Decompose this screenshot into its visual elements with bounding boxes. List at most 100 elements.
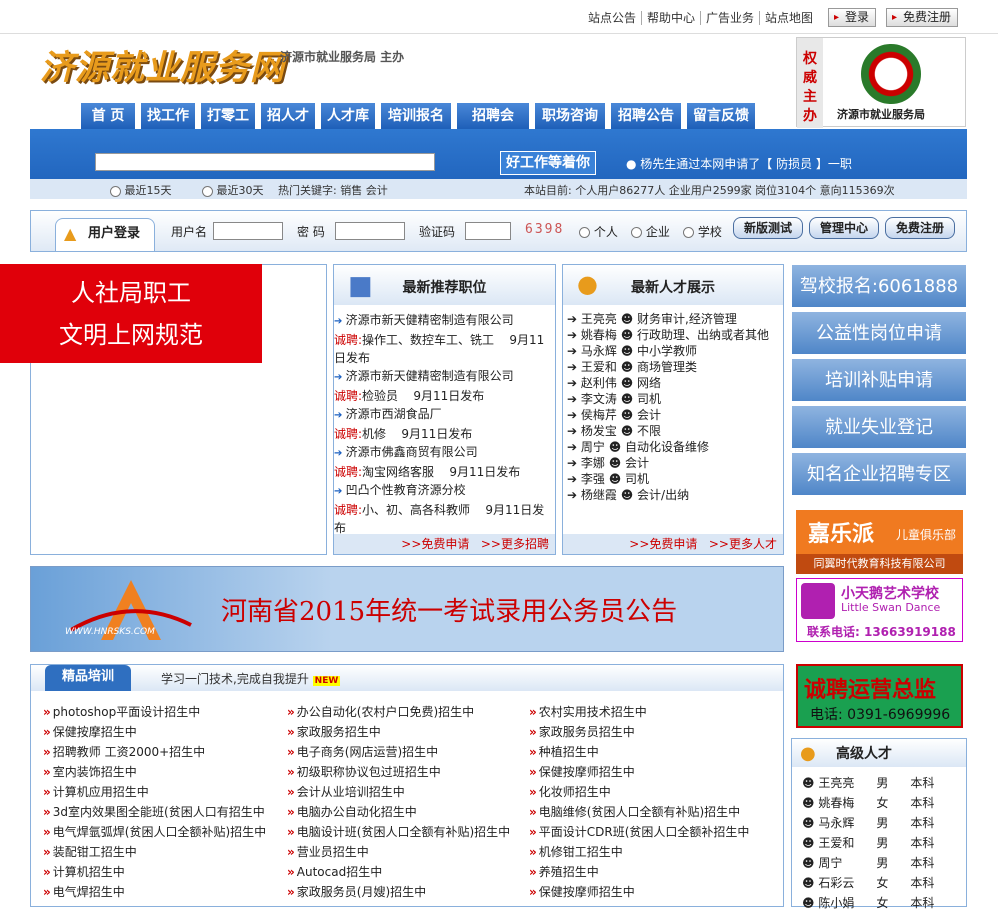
talent-name[interactable]: 王爱和	[581, 360, 621, 374]
talent-row[interactable]: ➔ 侯梅芹 ☻ 会计	[563, 407, 783, 423]
talent-name[interactable]: 马永辉	[581, 344, 621, 358]
famous-companies-button[interactable]: 知名企业招聘专区	[791, 452, 967, 496]
senior-talent-row[interactable]: ☻ 马永辉男 本科	[802, 813, 934, 833]
training-item[interactable]: 初级职称协议包过班招生中	[287, 763, 441, 780]
training-item[interactable]: 办公自动化(农村户口免费)招生中	[287, 703, 474, 720]
training-item[interactable]: 电脑设计班(贫困人口全额有补贴)招生中	[287, 823, 510, 840]
login-button[interactable]: 登录	[828, 8, 877, 27]
training-item[interactable]: 招聘教师 工资2000+招生中	[43, 743, 205, 760]
job-positions[interactable]: 检验员	[362, 389, 398, 403]
training-item[interactable]: 会计从业培训招生中	[287, 783, 405, 800]
senior-name[interactable]: 周宁	[818, 853, 876, 873]
radio-school-group[interactable]: 学校	[683, 223, 722, 240]
talent-name[interactable]: 李强	[581, 472, 609, 486]
talent-job[interactable]: 会计	[637, 408, 661, 422]
training-item[interactable]: 家政服务员招生中	[529, 723, 635, 740]
job-company[interactable]: 济源市佛鑫商贸有限公司	[346, 445, 478, 459]
talent-row[interactable]: ➔ 王爱和 ☻ 商场管理类	[563, 359, 783, 375]
public-welfare-button[interactable]: 公益性岗位申请	[791, 311, 967, 355]
top-link-sitemap[interactable]: 站点地图	[758, 11, 818, 25]
jobs-apply-link[interactable]: >>免费申请	[401, 537, 469, 551]
talent-row[interactable]: ➔ 李娜 ☻ 会计	[563, 455, 783, 471]
radio-personal[interactable]	[579, 227, 590, 238]
job-positions[interactable]: 操作工、数控车工、铣工	[362, 333, 494, 347]
talent-job[interactable]: 会计	[625, 456, 649, 470]
training-item[interactable]: 家政服务员(月嫂)招生中	[287, 883, 426, 900]
training-item[interactable]: 机修钳工招生中	[529, 843, 623, 860]
job-company[interactable]: 济源市新天健精密制造有限公司	[346, 369, 514, 383]
talent-row[interactable]: ➔ 马永辉 ☻ 中小学教师	[563, 343, 783, 359]
ad-operations-director[interactable]: 诚聘运营总监 电话: 0391-6969996	[796, 664, 963, 728]
training-item[interactable]: 3d室内效果图全能班(贫困人口有招生中	[43, 803, 265, 820]
talent-name[interactable]: 杨继霞	[581, 488, 621, 502]
admin-center-button[interactable]: 管理中心	[809, 217, 879, 239]
talent-job[interactable]: 商场管理类	[637, 360, 697, 374]
training-item[interactable]: 保健按摩师招生中	[529, 883, 635, 900]
training-item[interactable]: Autocad招生中	[287, 863, 382, 880]
training-item[interactable]: 电气焊招生中	[43, 883, 125, 900]
talent-job[interactable]: 行政助理、出纳或者其他	[637, 328, 769, 342]
training-item[interactable]: 电气焊氩弧焊(贫困人口全额补贴)招生中	[43, 823, 266, 840]
training-item[interactable]: 保健按摩师招生中	[529, 763, 635, 780]
talent-row[interactable]: ➔ 杨发宝 ☻ 不限	[563, 423, 783, 439]
ad-jialepai[interactable]: 嘉乐派 儿童俱乐部 同翼时代教育科技有限公司	[796, 510, 963, 574]
senior-name[interactable]: 王爱和	[818, 833, 876, 853]
captcha-input[interactable]	[465, 222, 511, 240]
password-input[interactable]	[335, 222, 405, 240]
search-input[interactable]	[95, 153, 435, 171]
talent-name[interactable]: 杨发宝	[581, 424, 621, 438]
talent-name[interactable]: 李文涛	[581, 392, 621, 406]
captcha-image[interactable]: 6398	[525, 222, 564, 237]
training-item[interactable]: 种植招生中	[529, 743, 599, 760]
test-version-button[interactable]: 新版测试	[733, 217, 803, 239]
job-positions[interactable]: 小、初、高各科教师	[362, 503, 470, 517]
tab-consult[interactable]: 职场咨询	[534, 102, 606, 129]
training-item[interactable]: 电脑办公自动化招生中	[287, 803, 417, 820]
register-button[interactable]: 免费注册	[886, 8, 959, 27]
talent-name[interactable]: 姚春梅	[581, 328, 621, 342]
tab-odd-jobs[interactable]: 打零工	[200, 102, 256, 129]
training-subsidy-button[interactable]: 培训补贴申请	[791, 358, 967, 402]
training-item[interactable]: 化妆师招生中	[529, 783, 611, 800]
civil-servant-banner[interactable]: WWW.HNRSKS.COM 河南省2015年统一考试录用公务员公告	[30, 566, 784, 652]
talent-row[interactable]: ➔ 姚春梅 ☻ 行政助理、出纳或者其他	[563, 327, 783, 343]
talent-job[interactable]: 中小学教师	[637, 344, 697, 358]
username-input[interactable]	[213, 222, 283, 240]
talent-row[interactable]: ➔ 李强 ☻ 司机	[563, 471, 783, 487]
training-item[interactable]: 平面设计CDR班(贫困人口全额补招生中	[529, 823, 750, 840]
training-item[interactable]: 营业员招生中	[287, 843, 369, 860]
job-positions[interactable]: 淘宝网络客服	[362, 465, 434, 479]
talent-name[interactable]: 周宁	[581, 440, 609, 454]
talent-job[interactable]: 自动化设备维修	[625, 440, 709, 454]
radio-company[interactable]	[631, 227, 642, 238]
training-item[interactable]: 家政服务招生中	[287, 723, 381, 740]
talents-apply-link[interactable]: >>免费申请	[629, 537, 697, 551]
ad-little-swan[interactable]: 小天鹅艺术学校 Little Swan Dance 联系电话: 13663919…	[796, 578, 963, 642]
senior-talent-row[interactable]: ☻ 姚春梅女 本科	[802, 793, 934, 813]
talent-row[interactable]: ➔ 周宁 ☻ 自动化设备维修	[563, 439, 783, 455]
tab-find-job[interactable]: 找工作	[140, 102, 196, 129]
senior-talent-row[interactable]: ☻ 王亮亮男 本科	[802, 773, 934, 793]
talent-job[interactable]: 司机	[637, 392, 661, 406]
training-item[interactable]: 计算机应用招生中	[43, 783, 149, 800]
training-item[interactable]: 养殖招生中	[529, 863, 599, 880]
job-positions[interactable]: 机修	[362, 427, 386, 441]
training-item[interactable]: 农村实用技术招生中	[529, 703, 647, 720]
senior-talent-row[interactable]: ☻ 王爱和男 本科	[802, 833, 934, 853]
radio-recent30[interactable]	[202, 185, 213, 197]
talent-job[interactable]: 网络	[637, 376, 661, 390]
tab-notices[interactable]: 招聘公告	[610, 102, 682, 129]
talent-row[interactable]: ➔ 赵利伟 ☻ 网络	[563, 375, 783, 391]
free-register-button[interactable]: 免费注册	[885, 217, 955, 239]
talent-row[interactable]: ➔ 王亮亮 ☻ 财务审计,经济管理	[563, 311, 783, 327]
talent-row[interactable]: ➔ 杨继霞 ☻ 会计/出纳	[563, 487, 783, 503]
talent-job[interactable]: 财务审计,经济管理	[637, 312, 737, 326]
tab-feedback[interactable]: 留言反馈	[686, 102, 756, 129]
training-item[interactable]: 电子商务(网店运营)招生中	[287, 743, 438, 760]
job-company-row[interactable]: ➔ 济源市佛鑫商贸有限公司	[334, 443, 555, 463]
talent-name[interactable]: 赵利伟	[581, 376, 621, 390]
employment-registration-button[interactable]: 就业失业登记	[791, 405, 967, 449]
job-company[interactable]: 凹凸个性教育济源分校	[346, 483, 466, 497]
jobs-more-link[interactable]: >>更多招聘	[481, 537, 549, 551]
training-item[interactable]: 保健按摩招生中	[43, 723, 137, 740]
